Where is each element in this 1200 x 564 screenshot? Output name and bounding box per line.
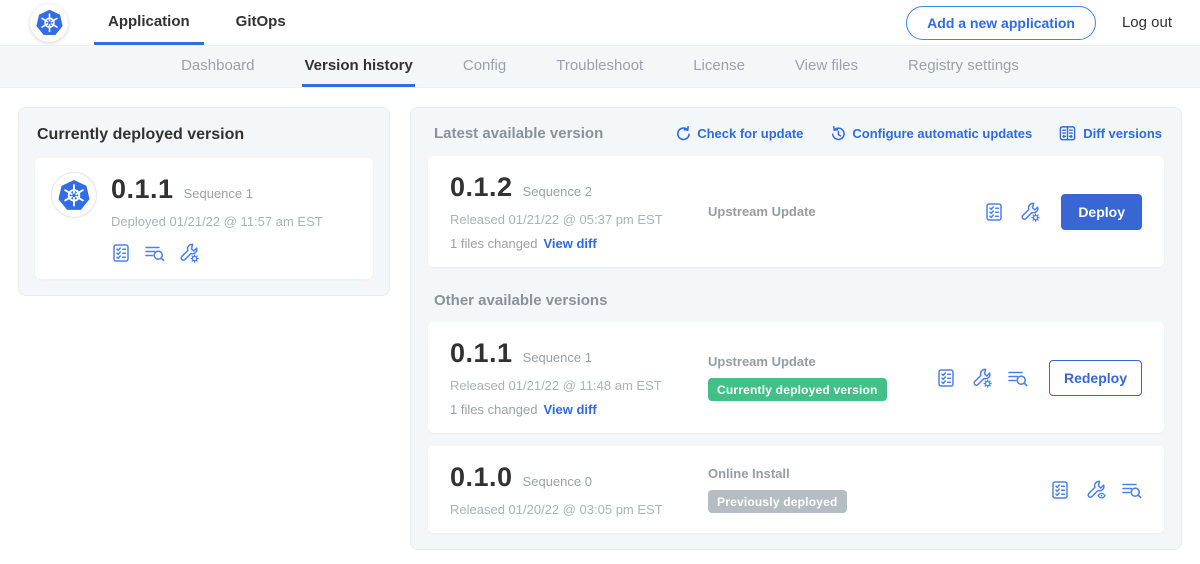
refresh-icon (674, 125, 691, 142)
released-date: Released 01/20/22 @ 03:05 pm EST (450, 502, 708, 517)
subnav-dashboard[interactable]: Dashboard (179, 46, 256, 87)
version-source-label: Upstream Update (708, 354, 926, 369)
latest-version-title: Latest available version (434, 125, 603, 142)
nav-tab-application[interactable]: Application (94, 0, 204, 45)
nav-tab-gitops[interactable]: GitOps (222, 0, 300, 45)
versions-panel: Latest available version Check for updat… (410, 107, 1182, 550)
schedule-clock-icon (829, 125, 846, 142)
config-wrench-eye-icon[interactable] (1085, 479, 1106, 500)
files-changed-label: 1 files changed (450, 236, 537, 251)
release-notes-search-icon[interactable] (144, 243, 165, 263)
add-application-button[interactable]: Add a new application (906, 6, 1096, 40)
app-subnav: Dashboard Version history Config Trouble… (0, 46, 1200, 88)
previously-deployed-badge: Previously deployed (708, 490, 847, 513)
navbar-spacer (318, 0, 906, 45)
view-diff-link[interactable]: View diff (543, 236, 596, 251)
release-notes-search-icon[interactable] (1121, 480, 1142, 500)
diff-split-icon (1058, 124, 1077, 143)
other-versions-title: Other available versions (434, 292, 1164, 309)
deploy-button[interactable]: Deploy (1061, 194, 1142, 230)
preflight-checklist-icon[interactable] (1050, 480, 1070, 500)
app-icon (51, 172, 97, 218)
deployed-version-number: 0.1.1 (111, 174, 174, 205)
subnav-license[interactable]: License (691, 46, 747, 87)
files-changed-label: 1 files changed (450, 402, 537, 417)
kubernetes-logo (30, 4, 68, 42)
version-row-0-1-1: 0.1.1 Sequence 1 Released 01/21/22 @ 11:… (428, 322, 1164, 433)
configure-updates-label: Configure automatic updates (852, 126, 1032, 141)
top-navbar: Application GitOps Add a new application… (0, 0, 1200, 46)
version-number: 0.1.2 (450, 172, 513, 203)
sequence-label: Sequence 2 (523, 184, 592, 199)
version-number: 0.1.1 (450, 338, 513, 369)
subnav-version-history[interactable]: Version history (302, 46, 414, 87)
preflight-checklist-icon[interactable] (984, 202, 1004, 222)
released-date: Released 01/21/22 @ 05:37 pm EST (450, 212, 708, 227)
currently-deployed-badge: Currently deployed version (708, 378, 887, 401)
deployed-date: Deployed 01/21/22 @ 11:57 am EST (111, 214, 323, 229)
check-for-update-label: Check for update (697, 126, 803, 141)
view-diff-link[interactable]: View diff (543, 402, 596, 417)
subnav-view-files[interactable]: View files (793, 46, 860, 87)
version-number: 0.1.0 (450, 462, 513, 493)
deployed-sequence-label: Sequence 1 (184, 186, 253, 201)
released-date: Released 01/21/22 @ 11:48 am EST (450, 378, 708, 393)
diff-versions-link[interactable]: Diff versions (1058, 124, 1162, 143)
release-notes-search-icon[interactable] (1007, 368, 1028, 388)
diff-versions-label: Diff versions (1083, 126, 1162, 141)
logout-button[interactable]: Log out (1122, 14, 1172, 31)
currently-deployed-panel: Currently deployed version 0.1.1 Sequenc… (18, 107, 390, 296)
version-row-0-1-2: 0.1.2 Sequence 2 Released 01/21/22 @ 05:… (428, 156, 1164, 267)
main-content: Currently deployed version 0.1.1 Sequenc… (0, 88, 1200, 564)
config-wrench-gear-icon[interactable] (971, 367, 992, 388)
version-row-0-1-0: 0.1.0 Sequence 0 Released 01/20/22 @ 03:… (428, 446, 1164, 533)
subnav-config[interactable]: Config (461, 46, 508, 87)
version-source-label: Upstream Update (708, 204, 974, 219)
version-source-label: Online Install (708, 466, 1040, 481)
sequence-label: Sequence 0 (523, 474, 592, 489)
subnav-troubleshoot[interactable]: Troubleshoot (554, 46, 645, 87)
deployed-version-card: 0.1.1 Sequence 1 Deployed 01/21/22 @ 11:… (35, 158, 373, 279)
subnav-registry-settings[interactable]: Registry settings (906, 46, 1021, 87)
config-wrench-gear-icon[interactable] (1019, 201, 1040, 222)
config-wrench-gear-icon[interactable] (178, 242, 199, 263)
configure-automatic-updates-link[interactable]: Configure automatic updates (829, 125, 1032, 142)
redeploy-button[interactable]: Redeploy (1049, 360, 1142, 396)
preflight-checklist-icon[interactable] (936, 368, 956, 388)
sequence-label: Sequence 1 (523, 350, 592, 365)
check-for-update-link[interactable]: Check for update (674, 125, 803, 142)
deployed-panel-title: Currently deployed version (37, 126, 373, 144)
preflight-checklist-icon[interactable] (111, 243, 131, 263)
app-nav-tabs: Application GitOps (94, 0, 318, 45)
